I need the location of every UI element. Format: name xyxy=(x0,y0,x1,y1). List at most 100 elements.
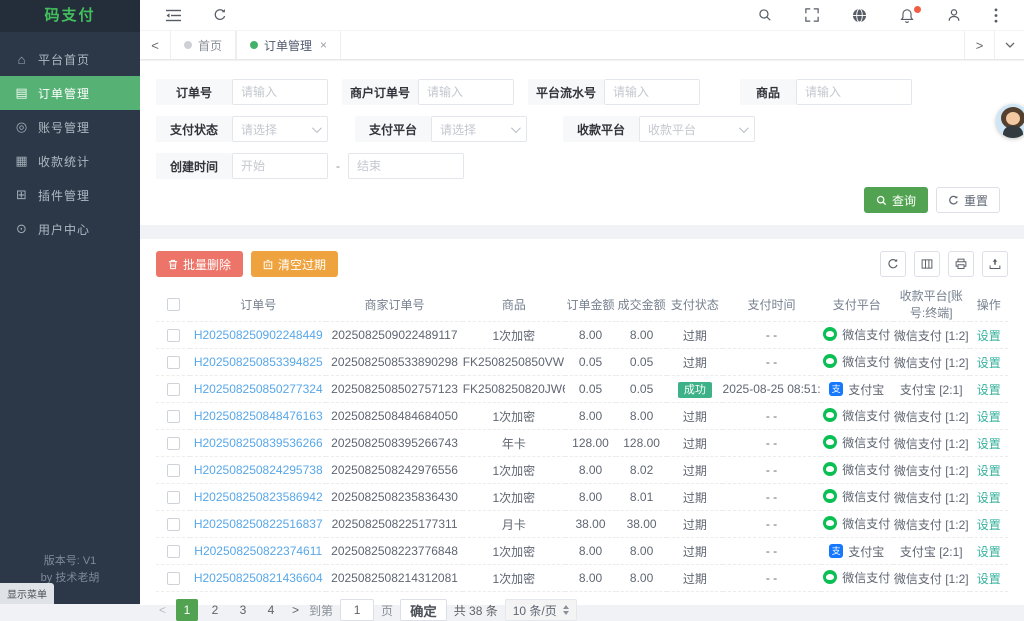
platform-label: 支付宝 xyxy=(848,543,884,560)
order-no-link[interactable]: H202508250839536266 xyxy=(194,436,323,450)
row-checkbox[interactable] xyxy=(167,518,180,531)
tabs-menu-chevron-icon[interactable] xyxy=(994,31,1024,59)
order-no-link[interactable]: H202508250902248449 xyxy=(194,328,323,342)
table-body: H202508250902248449 2025082509022489117 … xyxy=(156,322,1008,592)
column-header: 操作 xyxy=(970,287,1008,322)
product-input[interactable] xyxy=(796,79,912,105)
reset-button[interactable]: 重置 xyxy=(936,187,1000,213)
date-start-input[interactable] xyxy=(232,153,328,179)
settings-link[interactable]: 设置 xyxy=(977,383,1001,397)
pay-time-cell: - - xyxy=(723,457,821,484)
order-no-link[interactable]: H202508250848476163 xyxy=(194,409,323,423)
more-dots-icon[interactable] xyxy=(994,8,998,23)
row-checkbox[interactable] xyxy=(167,464,180,477)
clear-expired-button[interactable]: 清空过期 xyxy=(251,251,338,277)
merchant-order-no-input[interactable] xyxy=(418,79,514,105)
settings-link[interactable]: 设置 xyxy=(977,437,1001,451)
row-checkbox[interactable] xyxy=(167,545,180,558)
sidebar-menu-item[interactable]: 收款统计 xyxy=(0,144,140,178)
confirm-page-button[interactable]: 确定 xyxy=(400,599,447,621)
table-refresh-icon[interactable] xyxy=(880,251,906,277)
payment-platform-icon xyxy=(823,489,837,503)
column-settings-icon[interactable] xyxy=(914,251,940,277)
filter-label: 平台流水号 xyxy=(528,79,604,105)
tab-close-icon[interactable]: × xyxy=(320,38,327,52)
sidebar-menu-item[interactable]: 插件管理 xyxy=(0,178,140,212)
settings-link[interactable]: 设置 xyxy=(977,491,1001,505)
select-placeholder: 请选择 xyxy=(440,121,476,138)
tab[interactable]: 首页 × xyxy=(170,31,236,59)
page-button[interactable]: 4 xyxy=(260,599,282,621)
order-no-input[interactable] xyxy=(232,79,328,105)
settings-link[interactable]: 设置 xyxy=(977,356,1001,370)
row-checkbox[interactable] xyxy=(167,491,180,504)
order-no-link[interactable]: H202508250822516837 xyxy=(194,517,323,531)
order-no-link[interactable]: H202508250823586942 xyxy=(194,490,323,504)
paid-cell: 8.00 xyxy=(616,403,667,430)
order-no-link[interactable]: H202508250824295738 xyxy=(194,463,323,477)
avatar-body xyxy=(1003,126,1023,138)
operation-cell: 设置 xyxy=(970,457,1008,484)
page-button[interactable]: 1 xyxy=(176,599,198,621)
show-menu-tag[interactable]: 显示菜单 xyxy=(0,583,54,604)
payment-platform-icon xyxy=(823,435,837,449)
page-button[interactable]: 2 xyxy=(204,599,226,621)
column-header: 订单号 xyxy=(190,287,326,322)
pay-status-select[interactable]: 请选择 xyxy=(232,116,328,142)
prev-page-icon[interactable]: < xyxy=(156,603,169,617)
filter-label: 商品 xyxy=(740,79,796,105)
page-size-select[interactable]: 10 条/页 xyxy=(505,599,577,621)
sidebar-menu-item[interactable]: 平台首页 xyxy=(0,42,140,76)
row-checkbox[interactable] xyxy=(167,383,180,396)
user-icon[interactable] xyxy=(947,8,961,22)
row-checkbox[interactable] xyxy=(167,356,180,369)
notification-bell-icon[interactable] xyxy=(900,8,914,23)
settings-link[interactable]: 设置 xyxy=(977,464,1001,478)
settings-link[interactable]: 设置 xyxy=(977,329,1001,343)
next-page-icon[interactable]: > xyxy=(289,603,302,617)
export-icon[interactable] xyxy=(982,251,1008,277)
settings-link[interactable]: 设置 xyxy=(977,545,1001,559)
select-all-checkbox[interactable] xyxy=(167,298,180,311)
receive-platform-select[interactable]: 收款平台 xyxy=(639,116,755,142)
payment-platform-icon xyxy=(823,408,837,422)
refresh-icon[interactable] xyxy=(213,8,227,22)
row-checkbox[interactable] xyxy=(167,572,180,585)
pay-platform-select[interactable]: 请选择 xyxy=(431,116,527,142)
sidebar-item-label: 插件管理 xyxy=(38,187,90,204)
fullscreen-icon[interactable] xyxy=(805,8,819,22)
batch-delete-button[interactable]: 批量删除 xyxy=(156,251,243,277)
sidebar-menu-item[interactable]: 账号管理 xyxy=(0,110,140,144)
sidebar-menu-item[interactable]: 用户中心 xyxy=(0,212,140,246)
table-row: H202508250850277324 2025082508502757123 … xyxy=(156,376,1008,403)
settings-link[interactable]: 设置 xyxy=(977,518,1001,532)
operation-cell: 设置 xyxy=(970,565,1008,592)
amount-cell: 8.00 xyxy=(565,322,616,349)
order-no-link[interactable]: H202508250822374611 xyxy=(194,544,322,558)
search-icon[interactable] xyxy=(758,8,772,22)
order-no-link[interactable]: H202508250850277324 xyxy=(194,382,323,396)
query-button[interactable]: 查询 xyxy=(864,187,928,213)
avatar[interactable] xyxy=(996,104,1024,138)
date-end-input[interactable] xyxy=(348,153,464,179)
tab[interactable]: 订单管理 × xyxy=(236,31,341,59)
tabs-scroll-right-icon[interactable]: > xyxy=(964,31,994,59)
settings-link[interactable]: 设置 xyxy=(977,410,1001,424)
settings-link[interactable]: 设置 xyxy=(977,572,1001,586)
language-globe-icon[interactable] xyxy=(852,8,867,23)
table-actions: 批量删除 清空过期 xyxy=(156,251,1008,277)
page-button[interactable]: 3 xyxy=(232,599,254,621)
sidebar-menu-item[interactable]: 订单管理 xyxy=(0,76,140,110)
row-checkbox[interactable] xyxy=(167,410,180,423)
merchant-no-cell: 2025082508235836430 xyxy=(326,484,462,511)
amount-cell: 8.00 xyxy=(565,538,616,565)
fold-menu-icon[interactable] xyxy=(166,8,181,22)
platform-serial-no-input[interactable] xyxy=(604,79,700,105)
order-no-link[interactable]: H202508250821436604 xyxy=(194,571,323,585)
tabs-scroll-left-icon[interactable]: < xyxy=(140,31,170,59)
row-checkbox[interactable] xyxy=(167,437,180,450)
page-number-input[interactable] xyxy=(340,599,374,621)
order-no-link[interactable]: H202508250853394825 xyxy=(194,355,323,369)
row-checkbox[interactable] xyxy=(167,329,180,342)
print-icon[interactable] xyxy=(948,251,974,277)
